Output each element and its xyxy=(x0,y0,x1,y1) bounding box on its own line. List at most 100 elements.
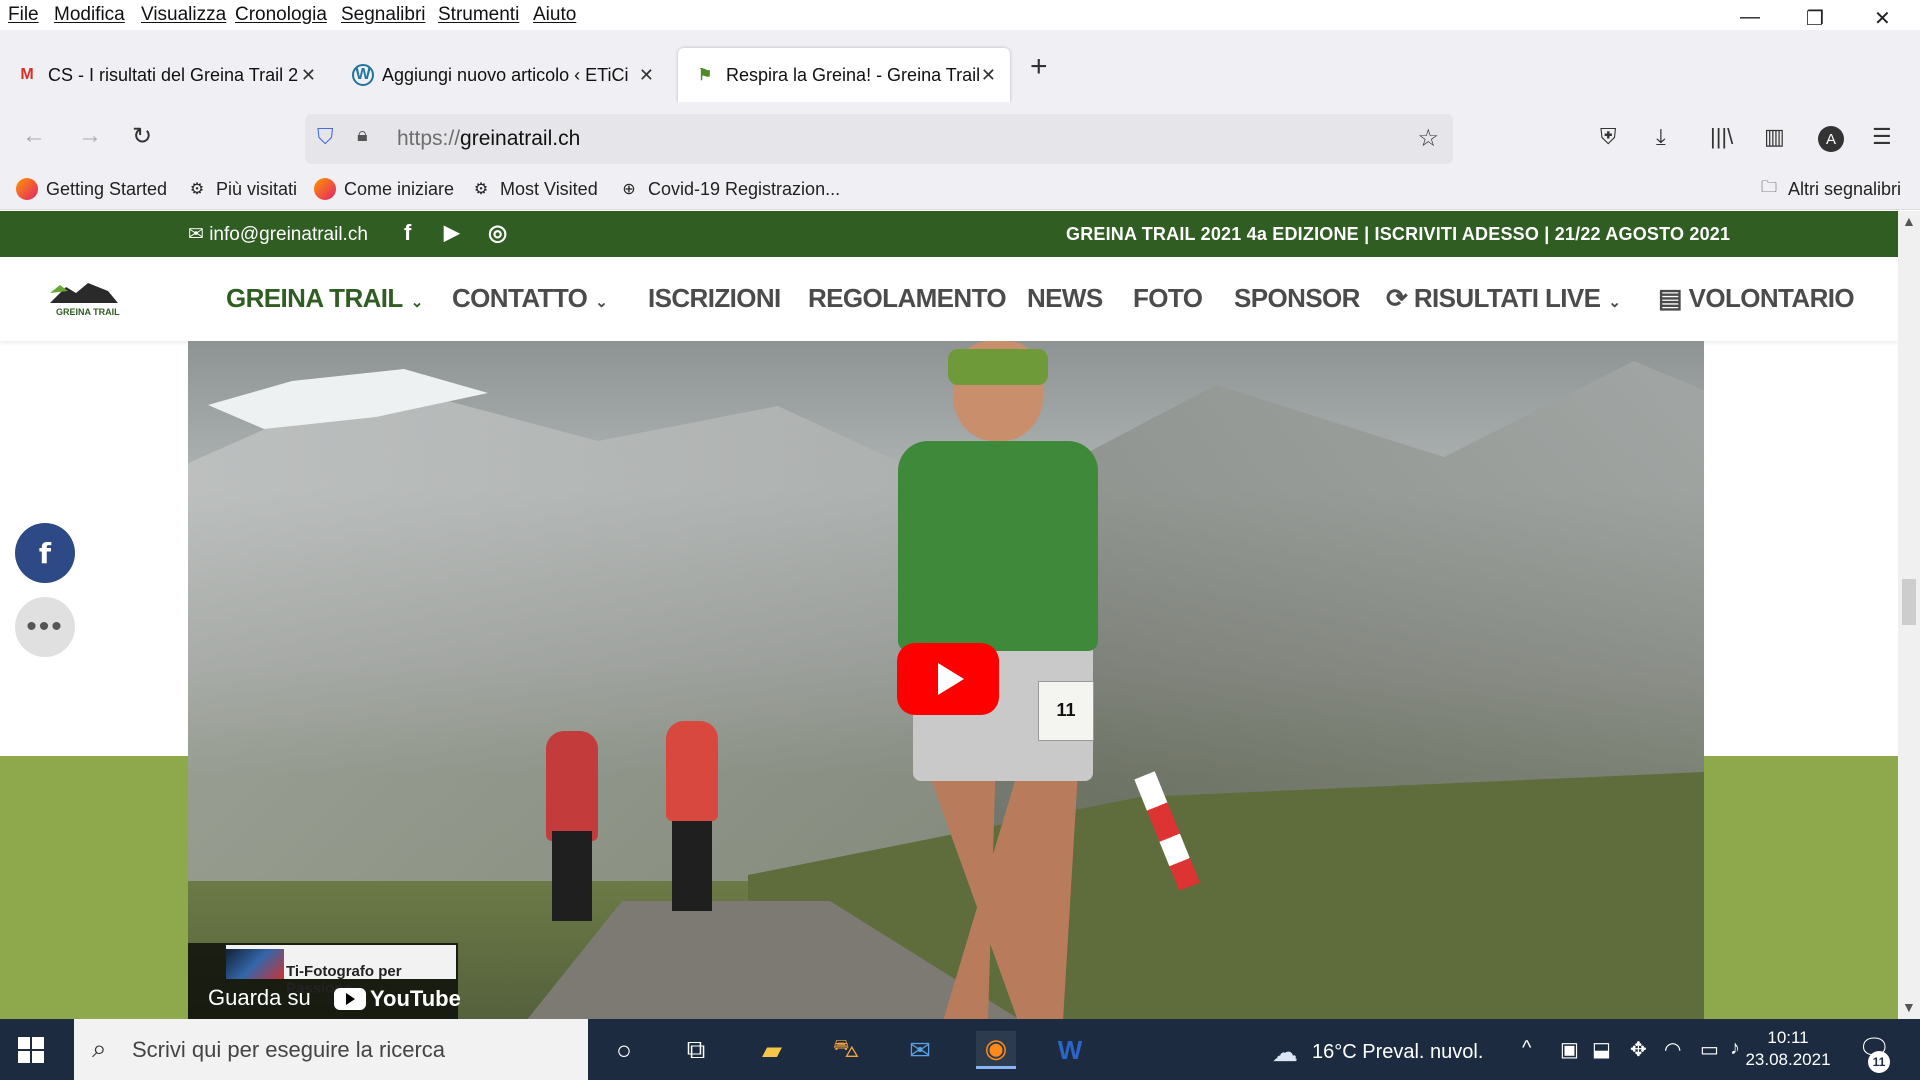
nav-contatto[interactable]: CONTATTO ⌄ xyxy=(452,283,608,314)
refresh-icon: ⟳ xyxy=(1386,283,1408,313)
dropbox-icon[interactable]: ✥ xyxy=(1630,1037,1647,1062)
scroll-up-icon[interactable]: ▲ xyxy=(1902,213,1916,229)
url-protocol: https:// xyxy=(397,127,461,150)
chevron-down-icon: ⌄ xyxy=(410,294,424,311)
tab-wordpress[interactable]: W Aggiungi nuovo articolo ‹ ETiCi ✕ xyxy=(338,48,668,102)
hamburger-menu-icon[interactable]: ☰ xyxy=(1872,124,1892,150)
nav-sponsor[interactable]: SPONSOR xyxy=(1234,283,1360,314)
runner-bib: 11 xyxy=(1038,681,1094,741)
minimize-icon[interactable]: — xyxy=(1740,6,1760,29)
menu-aiuto[interactable]: Aiuto xyxy=(533,4,576,26)
nav-risultati-live[interactable]: ⟳ RISULTATI LIVE ⌄ xyxy=(1386,283,1621,314)
nav-label: GREINA TRAIL xyxy=(226,283,403,313)
bookmark-label: Most Visited xyxy=(500,178,598,199)
tab-close-icon[interactable]: ✕ xyxy=(639,65,654,86)
notification-center-icon[interactable]: 🗨︎ 11 xyxy=(1858,1033,1891,1073)
battery-icon[interactable]: ▭ xyxy=(1700,1037,1719,1062)
download-icon[interactable]: ⤓ xyxy=(1656,124,1666,150)
tab-label: Aggiungi nuovo articolo ‹ ETiCi xyxy=(382,64,629,85)
menu-segnalibri[interactable]: Segnalibri xyxy=(341,4,426,26)
youtube-wordmark: YouTube xyxy=(370,986,461,1011)
app-notification-icon[interactable]: ⬓ xyxy=(1592,1037,1611,1062)
store-icon[interactable]: ⛍ xyxy=(826,1031,866,1069)
meet-now-icon[interactable]: ▣ xyxy=(1560,1037,1579,1062)
announcement-text[interactable]: GREINA TRAIL 2021 4a EDIZIONE | ISCRIVIT… xyxy=(1066,224,1730,245)
windows-start-icon[interactable] xyxy=(18,1037,44,1063)
instagram-icon[interactable]: ◎ xyxy=(488,220,507,246)
reload-icon[interactable]: ↻ xyxy=(132,122,152,151)
scrollbar-thumb[interactable] xyxy=(1902,579,1916,625)
forward-icon[interactable]: → xyxy=(78,122,102,150)
cortana-icon[interactable]: ○ xyxy=(604,1031,644,1069)
weather-widget[interactable]: ☁ 16°C Preval. nuvol. xyxy=(1272,1037,1483,1068)
file-explorer-icon[interactable]: ▰ xyxy=(752,1031,792,1069)
page-viewport: ✉ info@greinatrail.ch f ▶ ◎ GREINA TRAIL… xyxy=(0,211,1920,1019)
youtube-video-embed[interactable]: 11 Ti-Fotografo per Passione Guarda su Y… xyxy=(188,341,1704,1019)
facebook-share-button[interactable]: f xyxy=(15,523,75,583)
bookmark-piu-visitati[interactable]: ⚙ Più visitati xyxy=(186,178,297,200)
task-view-icon[interactable]: ⧉ xyxy=(676,1031,716,1069)
library-icon[interactable]: |||\ xyxy=(1710,124,1733,150)
bookmark-come-iniziare[interactable]: Come iniziare xyxy=(314,178,454,200)
scroll-down-icon[interactable]: ▼ xyxy=(1902,999,1916,1015)
tab-close-icon[interactable]: ✕ xyxy=(301,65,316,86)
firefox-taskbar-icon[interactable]: ◉ xyxy=(976,1031,1016,1069)
nav-greina-trail[interactable]: GREINA TRAIL ⌄ xyxy=(226,283,423,314)
word-icon[interactable]: W xyxy=(1050,1031,1090,1069)
facebook-icon[interactable]: f xyxy=(404,220,411,246)
mail-icon[interactable]: ✉ xyxy=(900,1031,940,1069)
email-link[interactable]: ✉ info@greinatrail.ch xyxy=(188,223,368,246)
more-share-button[interactable]: ••• xyxy=(15,597,75,657)
firefox-icon xyxy=(314,178,336,200)
nav-news[interactable]: NEWS xyxy=(1027,283,1103,314)
url-text[interactable]: https://greinatrail.ch xyxy=(397,127,580,151)
sidebar-icon[interactable]: ▥ xyxy=(1764,124,1785,150)
close-window-icon[interactable]: ✕ xyxy=(1874,6,1891,31)
show-hidden-icons-chevron-icon[interactable]: ^ xyxy=(1522,1037,1531,1060)
wifi-icon[interactable]: ◠ xyxy=(1664,1037,1681,1062)
menu-visualizza[interactable]: Visualizza xyxy=(141,4,226,26)
nav-foto[interactable]: FOTO xyxy=(1133,283,1203,314)
bookmark-most-visited[interactable]: ⚙ Most Visited xyxy=(470,178,598,200)
url-host: greinatrail.ch xyxy=(460,127,581,150)
site-topbar: ✉ info@greinatrail.ch f ▶ ◎ GREINA TRAIL… xyxy=(0,211,1898,257)
back-icon[interactable]: ← xyxy=(22,122,46,150)
tab-close-icon[interactable]: ✕ xyxy=(981,65,996,86)
account-avatar-icon[interactable]: A xyxy=(1818,126,1844,152)
youtube-icon[interactable]: ▶ xyxy=(444,220,459,245)
menu-cronologia[interactable]: Cronologia xyxy=(235,4,327,26)
menu-file[interactable]: File xyxy=(8,4,39,26)
new-tab-icon[interactable]: + xyxy=(1030,50,1048,84)
bookmark-label: Come iniziare xyxy=(344,178,455,199)
clock-date: 23.08.2021 xyxy=(1745,1050,1831,1069)
globe-icon: ⊕ xyxy=(622,181,636,198)
gmail-icon: M xyxy=(20,66,34,83)
gear-icon: ⚙ xyxy=(473,181,489,198)
folder-icon: 🗀 xyxy=(1760,178,1777,196)
watch-on-youtube-button[interactable]: Ti-Fotografo per Passione Guarda su YouT… xyxy=(188,943,461,1019)
bookmark-star-icon[interactable]: ☆ xyxy=(1417,124,1439,153)
bookmark-label: Getting Started xyxy=(46,178,168,199)
taskbar-search[interactable]: ⌕ Scrivi qui per eseguire la ricerca xyxy=(74,1019,588,1080)
menu-strumenti[interactable]: Strumenti xyxy=(438,4,519,26)
nav-volontario[interactable]: ▤ VOLONTARIO xyxy=(1658,283,1855,314)
shield-icon[interactable]: ⛉ xyxy=(317,124,334,150)
restore-icon[interactable]: ❐ xyxy=(1806,6,1824,31)
bookmark-label: Covid-19 Registrazion... xyxy=(648,178,841,199)
youtube-play-button[interactable] xyxy=(897,643,999,715)
tab-gmail[interactable]: M CS - I risultati del Greina Trail 20 ✕ xyxy=(0,48,330,102)
bookmark-getting-started[interactable]: Getting Started xyxy=(16,178,167,200)
address-bar[interactable]: ⛉ 🔒︎ https://greinatrail.ch ☆ xyxy=(305,114,1453,164)
tab-greina-active[interactable]: ⚑ Respira la Greina! - Greina Trail ✕ xyxy=(678,48,1010,102)
site-logo[interactable]: GREINA TRAIL xyxy=(48,277,120,321)
nav-iscrizioni[interactable]: ISCRIZIONI xyxy=(648,283,781,314)
other-bookmarks[interactable]: 🗀 Altri segnalibri xyxy=(1758,178,1901,200)
menu-modifica[interactable]: Modifica xyxy=(54,4,125,26)
lock-icon[interactable]: 🔒︎ xyxy=(357,124,368,147)
bookmark-covid[interactable]: ⊕ Covid-19 Registrazion... xyxy=(618,178,840,200)
pocket-icon[interactable]: ⛨ xyxy=(1600,124,1617,150)
system-clock[interactable]: 10:11 23.08.2021 xyxy=(1738,1027,1838,1071)
clock-time: 10:11 xyxy=(1767,1028,1809,1047)
page-scrollbar[interactable]: ▲ ▼ xyxy=(1898,211,1920,1019)
nav-regolamento[interactable]: REGOLAMENTO xyxy=(808,283,1007,314)
